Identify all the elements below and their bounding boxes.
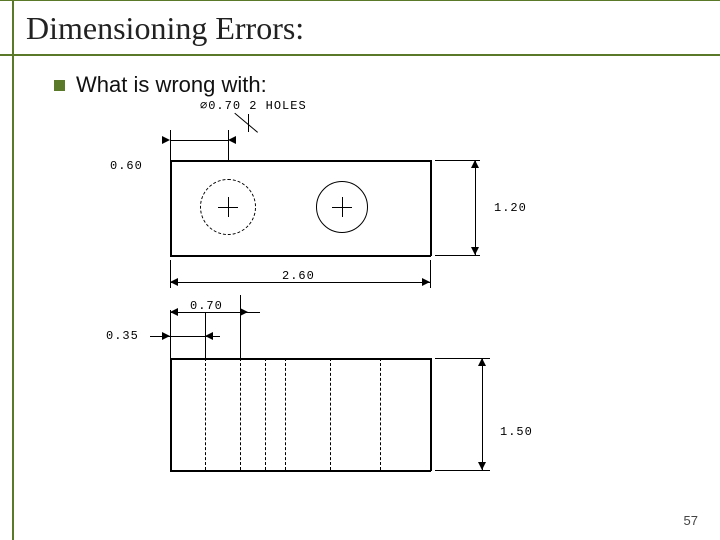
top-view-edge (170, 160, 172, 255)
hole-callout: ⌀0.70 2 HOLES (200, 100, 307, 112)
front-view-edge (430, 358, 432, 471)
arrow-icon (205, 332, 213, 340)
arrow-icon (170, 308, 178, 316)
hidden-line (380, 358, 381, 470)
ext-line (170, 130, 171, 160)
arrow-icon (228, 136, 236, 144)
arrow-icon (478, 358, 486, 366)
dim-2-60: 2.60 (280, 270, 317, 282)
arrow-icon (170, 278, 178, 286)
arrow-icon (478, 462, 486, 470)
ext-line (430, 260, 431, 288)
ext-line (435, 255, 480, 256)
bullet-text: What is wrong with: (76, 72, 267, 98)
dim-0-35: 0.35 (106, 330, 139, 342)
front-view-edge (170, 358, 172, 470)
ext-line (240, 295, 241, 358)
arrow-icon (422, 278, 430, 286)
top-view-edge (430, 160, 432, 256)
center-mark (228, 197, 229, 217)
dim-line (170, 140, 228, 141)
dim-1-20: 1.20 (494, 202, 527, 214)
dim-0-70: 0.70 (188, 300, 225, 312)
ext-line (170, 310, 171, 358)
ext-line (435, 470, 490, 471)
slide-title: Dimensioning Errors: (26, 10, 304, 47)
leader-line (234, 113, 258, 133)
front-view-edge (170, 470, 431, 472)
dim-0-60: 0.60 (110, 160, 143, 172)
bullet-icon (54, 80, 65, 91)
top-view-edge (170, 255, 431, 257)
arrow-icon (471, 160, 479, 168)
dim-1-50: 1.50 (500, 426, 533, 438)
arrow-icon (240, 308, 248, 316)
dim-line (475, 160, 476, 255)
arrow-icon (162, 332, 170, 340)
dim-line (482, 358, 483, 470)
hidden-line (205, 358, 206, 470)
ext-line (228, 130, 229, 160)
hidden-line (240, 358, 241, 470)
page-number: 57 (684, 513, 698, 528)
top-view-edge (170, 160, 430, 162)
hidden-line (330, 358, 331, 470)
hidden-line (285, 358, 286, 470)
hidden-line (265, 358, 266, 470)
plus-icon (342, 197, 343, 217)
front-view-edge (170, 358, 430, 360)
arrow-icon (162, 136, 170, 144)
arrow-icon (471, 247, 479, 255)
engineering-drawing: ⌀0.70 2 HOLES 0.60 1.20 2.60 0.70 0.35 (80, 100, 640, 500)
